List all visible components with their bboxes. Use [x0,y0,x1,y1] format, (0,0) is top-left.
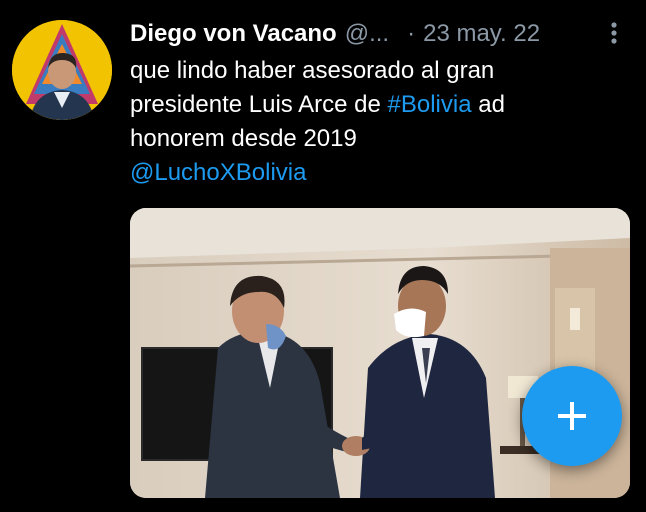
more-vertical-icon[interactable] [606,20,622,46]
tweet-text-line: que lindo haber asesorado al gran [130,57,495,84]
separator: · [407,20,416,47]
tweet-text-segment: ad [471,91,505,118]
author-handle[interactable]: @... [345,20,389,48]
compose-button[interactable] [522,366,622,466]
avatar[interactable] [12,20,112,120]
tweet-text-segment: presidente Luis Arce de [130,91,388,118]
tweet-text: que lindo haber asesorado al gran presid… [130,54,635,190]
author-name[interactable]: Diego von Vacano [130,20,337,48]
avatar-image [12,20,112,120]
plus-icon [558,402,586,430]
tweet-header: Diego von Vacano @... · 23 may. 22 [130,18,630,50]
tweet[interactable]: Diego von Vacano @... · 23 may. 22 que l… [0,0,646,512]
tweet-text-line: presidente Luis Arce de #Bolivia ad [130,88,635,122]
hashtag-link[interactable]: #Bolivia [388,91,472,118]
tweet-date[interactable]: 23 may. 22 [423,20,540,48]
tweet-text-line: honorem desde 2019 [130,125,357,152]
mention-link[interactable]: @LuchoXBolivia [130,156,635,190]
